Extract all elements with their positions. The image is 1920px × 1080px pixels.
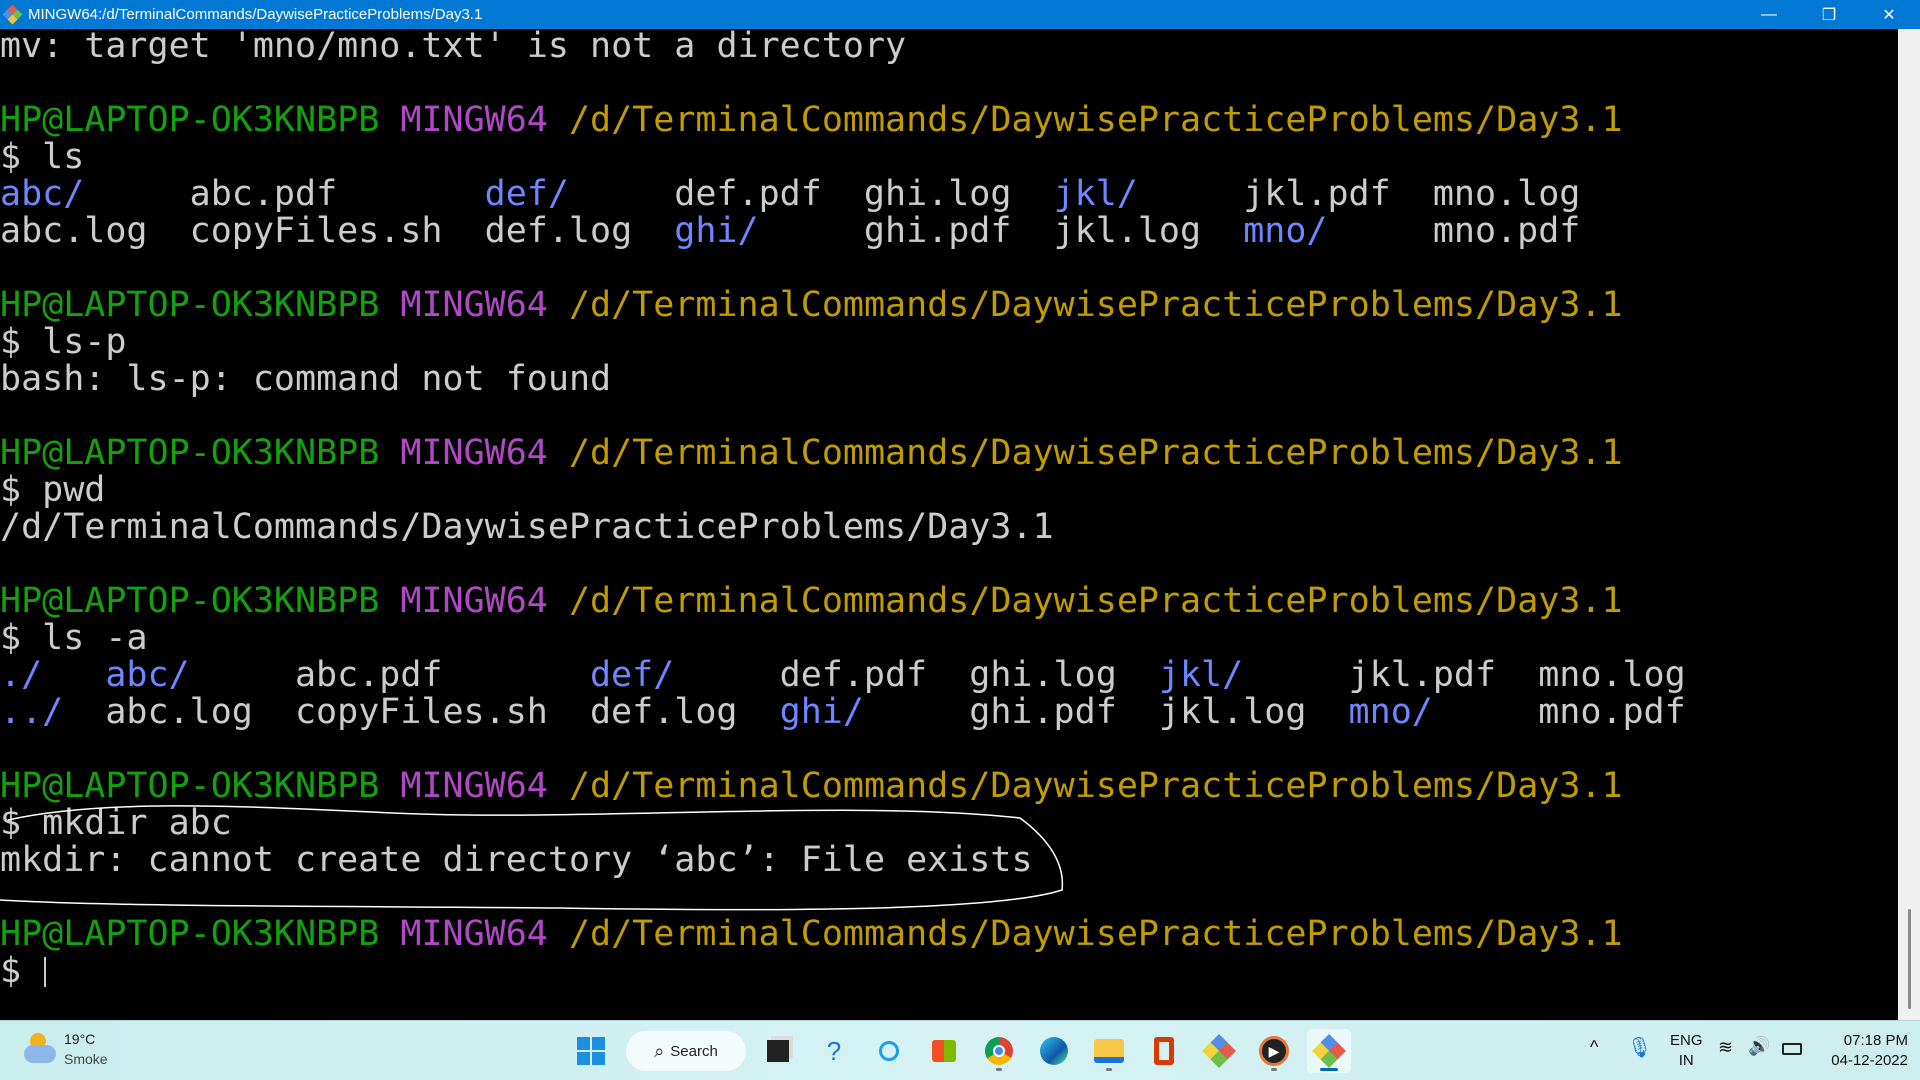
- file-entry: ghi.pdf: [863, 213, 1012, 250]
- volume-icon[interactable]: 🔊: [1748, 1036, 1770, 1057]
- microphone-icon[interactable]: 🎙: [1627, 1035, 1652, 1060]
- directory-entry: abc/: [105, 657, 190, 694]
- edge-icon[interactable]: [1032, 1029, 1076, 1073]
- file-entry: jkl.log: [1158, 694, 1307, 731]
- directory-entry: ./: [0, 657, 43, 694]
- title-bar: MINGW64:/d/TerminalCommands/DaywisePract…: [0, 0, 1920, 29]
- file-entry: def.log: [589, 694, 738, 731]
- file-entry: ghi.log: [863, 176, 1012, 213]
- prompt-line: HP@LAPTOP-OK3KNBPB MINGW64 /d/TerminalCo…: [0, 435, 1623, 472]
- help-icon[interactable]: ?: [812, 1029, 856, 1073]
- pwd-output-line: /d/TerminalCommands/DaywisePracticeProbl…: [0, 509, 1054, 546]
- clock[interactable]: 07:18 PM 04-12-2022: [1818, 1031, 1908, 1071]
- text-cursor: [44, 957, 47, 987]
- command-line: $ ls -a: [0, 620, 148, 657]
- command-line: $ ls: [0, 139, 85, 176]
- file-entry: abc.pdf: [189, 176, 338, 213]
- battery-icon[interactable]: [1782, 1043, 1802, 1055]
- file-entry: copyFiles.sh: [189, 213, 443, 250]
- command-line: $ ls-p: [0, 324, 127, 361]
- moon-cloud-icon[interactable]: [22, 1033, 60, 1067]
- output-line: mv: target 'mno/mno.txt' is not a direct…: [0, 28, 907, 65]
- terminal-output[interactable]: mv: target 'mno/mno.txt' is not a direct…: [0, 28, 1898, 1020]
- ls-row: abc.log copyFiles.sh def.log ghi/ghi.pdf jkl…: [0, 213, 1898, 250]
- store-icon[interactable]: [922, 1029, 966, 1073]
- window-title: MINGW64:/d/TerminalCommands/DaywisePract…: [28, 6, 483, 23]
- file-entry: jkl.pdf: [1243, 176, 1391, 213]
- weather-condition[interactable]: Smoke: [64, 1051, 108, 1067]
- chevron-up-icon[interactable]: ^: [1590, 1037, 1598, 1058]
- wifi-icon[interactable]: ≋: [1718, 1037, 1733, 1058]
- file-entry: ghi.log: [969, 657, 1117, 694]
- directory-entry: mno/: [1243, 213, 1328, 250]
- git-gui-icon[interactable]: [1197, 1029, 1241, 1073]
- prompt-line: HP@LAPTOP-OK3KNBPB MINGW64 /d/TerminalCo…: [0, 916, 1623, 953]
- file-entry: def.pdf: [674, 176, 822, 213]
- file-entry: def.pdf: [779, 657, 928, 694]
- close-button[interactable]: ✕: [1860, 0, 1918, 29]
- file-entry: mno.pdf: [1432, 213, 1581, 250]
- chrome-icon[interactable]: [977, 1029, 1021, 1073]
- ls-row: ./ abc/abc.pdf def/def.pdf ghi.log jkl/jkl.p…: [0, 657, 1898, 694]
- file-entry: mno.log: [1538, 657, 1686, 694]
- task-view-icon[interactable]: [756, 1029, 800, 1073]
- scrollbar-thumb[interactable]: [1908, 909, 1911, 1009]
- prompt-line: HP@LAPTOP-OK3KNBPB MINGW64 /d/TerminalCo…: [0, 102, 1623, 139]
- file-entry: mno.pdf: [1538, 694, 1686, 731]
- directory-entry: def/: [484, 176, 569, 213]
- ls-row: abc/abc.pdf def/def.pdf ghi.log jkl/jkl.pdf…: [0, 176, 1898, 213]
- start-button[interactable]: [569, 1029, 613, 1073]
- input-line[interactable]: $: [0, 953, 1898, 990]
- directory-entry: def/: [589, 657, 675, 694]
- prompt-line: HP@LAPTOP-OK3KNBPB MINGW64 /d/TerminalCo…: [0, 583, 1623, 620]
- search-icon: ⌕: [654, 1040, 665, 1061]
- file-entry: abc.log: [105, 694, 253, 731]
- cortana-icon[interactable]: [867, 1029, 911, 1073]
- ls-row: ../ abc.log copyFiles.sh def.log ghi/ghi.pdf…: [0, 694, 1898, 731]
- file-entry: copyFiles.sh: [294, 694, 548, 731]
- file-entry: abc.log: [0, 213, 148, 250]
- file-entry: mno.log: [1432, 176, 1581, 213]
- file-entry: jkl.pdf: [1348, 657, 1497, 694]
- output-line: bash: ls-p: command not found: [0, 361, 612, 398]
- directory-entry: mno/: [1348, 694, 1433, 731]
- command-line: $ mkdir abc: [0, 805, 232, 842]
- file-entry: def.log: [484, 213, 633, 250]
- taskbar: 19°C Smoke ⌕ Search ? ▶ ^ 🎙 ENG IN ≋ 🔊 07:…: [0, 1020, 1920, 1080]
- prompt-line: HP@LAPTOP-OK3KNBPB MINGW64 /d/TerminalCo…: [0, 287, 1623, 324]
- file-entry: abc.pdf: [294, 657, 443, 694]
- search-button[interactable]: ⌕ Search: [626, 1031, 746, 1071]
- directory-entry: ghi/: [674, 213, 759, 250]
- directory-entry: abc/: [0, 176, 85, 213]
- directory-entry: jkl/: [1053, 176, 1138, 213]
- command-line: $ pwd: [0, 472, 106, 509]
- directory-entry: ghi/: [779, 694, 864, 731]
- directory-entry: jkl/: [1158, 657, 1244, 694]
- directory-entry: ../: [0, 694, 64, 731]
- office-icon[interactable]: [1142, 1029, 1186, 1073]
- output-line: mkdir: cannot create directory ‘abc’: Fi…: [0, 842, 1033, 879]
- language-indicator[interactable]: ENG IN: [1670, 1031, 1703, 1071]
- prompt-line: HP@LAPTOP-OK3KNBPB MINGW64 /d/TerminalCo…: [0, 768, 1623, 805]
- file-entry: ghi.pdf: [969, 694, 1117, 731]
- restore-button[interactable]: ❐: [1800, 0, 1858, 29]
- file-explorer-icon[interactable]: [1087, 1029, 1131, 1073]
- git-bash-taskbar-icon[interactable]: [1307, 1029, 1351, 1073]
- media-player-icon[interactable]: ▶: [1252, 1029, 1296, 1073]
- minimize-button[interactable]: —: [1740, 0, 1798, 29]
- file-entry: jkl.log: [1053, 213, 1202, 250]
- scrollbar[interactable]: [1898, 29, 1920, 1020]
- git-bash-icon: [2, 4, 23, 24]
- weather-temp[interactable]: 19°C: [64, 1031, 95, 1047]
